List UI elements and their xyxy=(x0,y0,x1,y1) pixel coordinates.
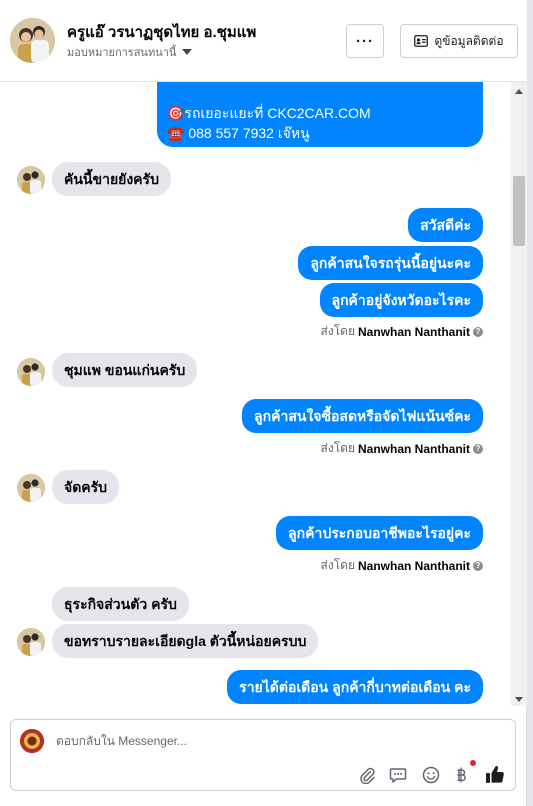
sent-by-label: ส่งโดย Nanwhan Nanthanit ? xyxy=(321,556,483,575)
scroll-down-icon[interactable] xyxy=(515,697,523,702)
page-avatar xyxy=(20,729,44,753)
window-edge xyxy=(527,0,533,806)
contact-avatar xyxy=(17,628,45,656)
message-bubble-outgoing[interactable]: รายได้ต่อเดือน ลูกค้ากี่บาทต่อเดือน คะ xyxy=(227,670,483,704)
contact-avatar xyxy=(17,474,45,502)
view-contact-button[interactable]: ดูข้อมูลติดต่อ xyxy=(400,24,518,58)
like-icon xyxy=(486,766,504,783)
emoji-button[interactable] xyxy=(421,765,441,785)
sent-by-prefix: ส่งโดย xyxy=(320,558,355,572)
saved-reply-icon xyxy=(389,768,407,783)
info-icon[interactable]: ? xyxy=(473,560,483,571)
attach-icon xyxy=(360,767,375,784)
message-bubble-outgoing[interactable]: ลูกค้าประกอบอาชีพอะไรอยู่คะ xyxy=(276,516,483,550)
message-bubble-incoming[interactable]: คันนี้ขายยังครับ xyxy=(52,162,171,196)
more-options-button[interactable]: ··· xyxy=(346,24,384,58)
emoji-icon xyxy=(422,766,440,784)
info-icon[interactable]: ? xyxy=(473,443,483,454)
sent-by-prefix: ส่งโดย xyxy=(320,324,355,338)
view-contact-label: ดูข้อมูลติดต่อ xyxy=(434,33,504,48)
conversation-panel: ครูแอ๊ วรนาฏชุดไทย อ.ชุมแพ มอบหมายการสนท… xyxy=(0,0,527,806)
attach-button[interactable] xyxy=(357,765,377,785)
caret-down-icon xyxy=(182,49,193,55)
payment-button[interactable] xyxy=(452,760,476,785)
contact-name: ครูแอ๊ วรนาฏชุดไทย อ.ชุมแพ xyxy=(67,24,257,41)
assign-label: มอบหมายการสนทนานี้ xyxy=(67,47,177,59)
scrollbar[interactable] xyxy=(511,82,527,706)
contact-card-icon xyxy=(414,35,429,47)
message-thread[interactable]: 🎯รถเยอะแยะที่ CKC2CAR.COM ☎️ 088 557 793… xyxy=(0,82,511,706)
message-text: 🎯รถเยอะแยะที่ CKC2CAR.COM xyxy=(167,105,371,121)
baht-icon xyxy=(457,767,466,783)
info-icon[interactable]: ? xyxy=(473,326,483,337)
sent-by-prefix: ส่งโดย xyxy=(320,441,355,455)
message-bubble-outgoing[interactable]: ลูกค้าสนใจรถรุ่นนี้อยู่นะคะ xyxy=(298,246,483,280)
scroll-thumb[interactable] xyxy=(513,176,525,246)
message-bubble-outgoing[interactable]: ลูกค้าอยู่จังหวัดอะไรคะ xyxy=(319,283,483,317)
scroll-up-icon[interactable] xyxy=(515,89,523,94)
sender-name: Nanwhan Nanthanit xyxy=(357,441,470,456)
message-bubble-incoming[interactable]: ธุระกิจส่วนตัว ครับ xyxy=(52,587,189,621)
message-bubble-outgoing[interactable]: สวัสดีค่ะ xyxy=(408,208,483,242)
avatar[interactable] xyxy=(10,18,55,63)
message-bubble-incoming[interactable]: ชุมแพ ขอนแก่นครับ xyxy=(52,353,198,387)
message-bubble-outgoing[interactable]: 🎯รถเยอะแยะที่ CKC2CAR.COM ☎️ 088 557 793… xyxy=(157,82,483,147)
like-button[interactable] xyxy=(485,765,505,785)
message-bubble-outgoing[interactable]: ลูกค้าสนใจซื้อสดหรือจัดไฟแน้นซ์คะ xyxy=(242,399,483,433)
notification-dot xyxy=(470,760,476,766)
sender-name: Nanwhan Nanthanit xyxy=(357,324,470,339)
sent-by-label: ส่งโดย Nanwhan Nanthanit ? xyxy=(321,322,483,341)
conversation-header: ครูแอ๊ วรนาฏชุดไทย อ.ชุมแพ มอบหมายการสนท… xyxy=(0,0,527,82)
more-icon: ··· xyxy=(356,32,374,50)
sender-name: Nanwhan Nanthanit xyxy=(357,558,470,573)
message-bubble-incoming[interactable]: ขอทราบรายละเอียดgla ตัวนี้หน่อยครบบ xyxy=(52,624,319,658)
reply-input[interactable] xyxy=(56,734,356,748)
saved-replies-button[interactable] xyxy=(388,765,408,785)
reply-composer xyxy=(10,719,516,791)
contact-avatar xyxy=(17,166,45,194)
sent-by-label: ส่งโดย Nanwhan Nanthanit ? xyxy=(321,439,483,458)
assign-conversation[interactable]: มอบหมายการสนทนานี้ xyxy=(67,43,193,61)
message-bubble-incoming[interactable]: จัดครับ xyxy=(52,470,120,504)
message-text: ☎️ 088 557 7932 เจ๊หนู xyxy=(167,125,310,141)
contact-avatar xyxy=(17,358,45,386)
